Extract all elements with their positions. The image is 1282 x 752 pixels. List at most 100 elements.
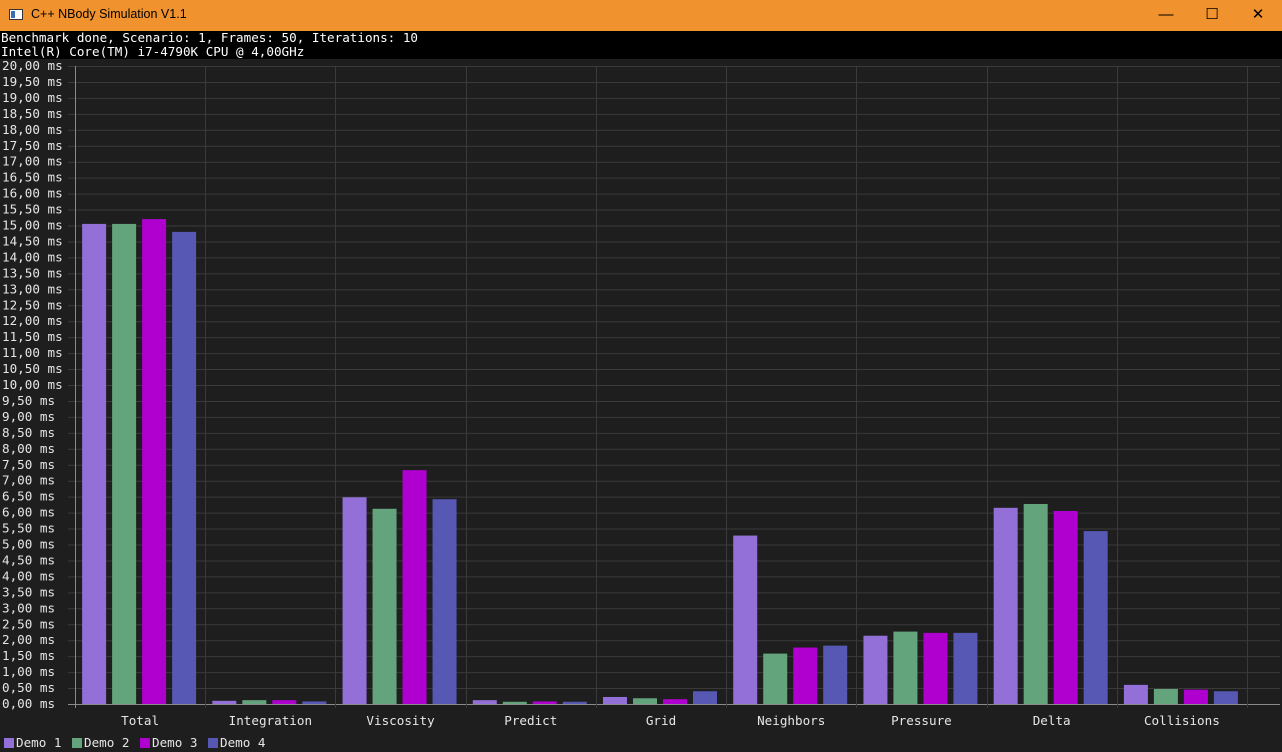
- bar-total-demo-3: [142, 219, 167, 704]
- y-tick-label: 4,00 ms: [2, 568, 55, 583]
- y-tick-label: 18,50 ms: [2, 106, 63, 121]
- y-tick-label: 12,00 ms: [2, 313, 63, 328]
- close-button[interactable]: ✕: [1235, 0, 1281, 31]
- y-tick-label: 16,50 ms: [2, 170, 63, 185]
- bar-total-demo-4: [172, 231, 197, 704]
- bar-viscosity-demo-3: [402, 470, 427, 704]
- y-tick-label: 1,50 ms: [2, 648, 55, 663]
- y-tick-label: 3,00 ms: [2, 600, 55, 615]
- bar-predict-demo-2: [502, 701, 527, 704]
- y-tick-label: 16,00 ms: [2, 186, 63, 201]
- bar-integration-demo-1: [212, 700, 237, 704]
- y-tick-label: 7,00 ms: [2, 473, 55, 488]
- y-tick-label: 9,00 ms: [2, 409, 55, 424]
- bar-integration-demo-2: [242, 700, 267, 704]
- y-tick-label: 14,50 ms: [2, 233, 63, 248]
- benchmark-status-text: Benchmark done, Scenario: 1, Frames: 50,…: [1, 30, 419, 45]
- y-tick-label: 10,00 ms: [2, 377, 63, 392]
- legend-swatch: [4, 738, 14, 748]
- x-tick-label: Delta: [1033, 713, 1071, 728]
- y-tick-label: 5,00 ms: [2, 537, 55, 552]
- y-tick-label: 18,00 ms: [2, 122, 63, 137]
- bar-delta-demo-3: [1053, 511, 1078, 704]
- y-tick-label: 20,00 ms: [2, 59, 63, 73]
- bar-neighbors-demo-3: [793, 647, 818, 704]
- x-tick-label: Viscosity: [366, 713, 435, 728]
- bars: [82, 219, 1238, 704]
- x-tick-label: Total: [121, 713, 159, 728]
- y-tick-label: 12,50 ms: [2, 297, 63, 312]
- x-axis-category-labels: Total Integration Viscosity Predict Grid Neig…: [121, 713, 1220, 728]
- maximize-button[interactable]: ☐: [1189, 0, 1235, 31]
- bar-grid-demo-2: [633, 698, 657, 704]
- y-tick-label: 17,50 ms: [2, 138, 63, 153]
- y-tick-label: 2,50 ms: [2, 616, 55, 631]
- benchmark-info-panel: Benchmark done, Scenario: 1, Frames: 50,…: [0, 31, 1282, 59]
- legend-label: Demo 3: [152, 735, 198, 750]
- y-tick-label: 2,00 ms: [2, 632, 55, 647]
- y-tick-label: 9,50 ms: [2, 393, 55, 408]
- bar-grid-demo-3: [663, 699, 687, 704]
- legend-label: Demo 4: [220, 735, 266, 750]
- bar-grid-demo-4: [693, 691, 717, 704]
- y-axis-tick-labels: 0,00 ms0,50 ms1,00 ms1,50 ms2,00 ms2,50 …: [2, 59, 63, 711]
- y-tick-label: 13,00 ms: [2, 281, 63, 296]
- y-tick-label: 4,50 ms: [2, 552, 55, 567]
- bar-predict-demo-3: [532, 701, 557, 704]
- legend-swatch: [140, 738, 150, 748]
- y-tick-label: 0,50 ms: [2, 680, 55, 695]
- bar-collisions-demo-1: [1123, 684, 1148, 704]
- x-tick-label: Integration: [229, 713, 312, 728]
- minimize-button[interactable]: —: [1143, 0, 1189, 31]
- legend-label: Demo 1: [16, 735, 62, 750]
- y-tick-label: 10,50 ms: [2, 361, 63, 376]
- legend-swatch: [72, 738, 82, 748]
- bar-pressure-demo-4: [953, 632, 978, 704]
- benchmark-bar-chart: 0,00 ms0,50 ms1,00 ms1,50 ms2,00 ms2,50 …: [2, 59, 1280, 750]
- y-tick-label: 6,50 ms: [2, 489, 55, 504]
- y-tick-label: 0,00 ms: [2, 696, 55, 711]
- y-tick-label: 17,00 ms: [2, 154, 63, 169]
- bar-integration-demo-4: [302, 701, 327, 704]
- bar-neighbors-demo-1: [733, 535, 758, 704]
- bar-delta-demo-1: [993, 507, 1018, 704]
- y-tick-label: 15,00 ms: [2, 218, 63, 233]
- y-tick-label: 3,50 ms: [2, 584, 55, 599]
- bar-predict-demo-1: [472, 700, 497, 704]
- y-tick-label: 19,00 ms: [2, 90, 63, 105]
- x-tick-label: Collisions: [1144, 713, 1220, 728]
- bar-viscosity-demo-4: [432, 499, 457, 704]
- bar-viscosity-demo-1: [342, 497, 367, 704]
- y-tick-label: 8,50 ms: [2, 425, 55, 440]
- legend-swatch: [208, 738, 218, 748]
- y-tick-label: 1,00 ms: [2, 664, 55, 679]
- legend-label: Demo 2: [84, 735, 130, 750]
- bar-viscosity-demo-2: [372, 508, 397, 704]
- bar-predict-demo-4: [562, 701, 587, 704]
- bar-delta-demo-4: [1083, 531, 1108, 704]
- y-tick-label: 13,50 ms: [2, 265, 63, 280]
- legend: Demo 1 Demo 2 Demo 3 Demo 4: [4, 735, 266, 750]
- window-title: C++ NBody Simulation V1.1: [31, 7, 187, 21]
- app-window-icon: [9, 9, 23, 20]
- x-tick-label: Neighbors: [757, 713, 825, 728]
- y-tick-label: 19,50 ms: [2, 74, 63, 89]
- y-tick-label: 8,00 ms: [2, 441, 55, 456]
- bar-pressure-demo-2: [893, 631, 918, 704]
- bar-grid-demo-1: [603, 696, 627, 704]
- y-tick-label: 5,50 ms: [2, 521, 55, 536]
- cpu-info-text: Intel(R) Core(TM) i7-4790K CPU @ 4,00GHz: [1, 44, 305, 59]
- x-tick-label: Pressure: [891, 713, 952, 728]
- window-titlebar: C++ NBody Simulation V1.1 — ☐ ✕: [0, 0, 1282, 31]
- bar-collisions-demo-3: [1183, 689, 1208, 704]
- bar-integration-demo-3: [272, 700, 297, 704]
- y-tick-label: 6,00 ms: [2, 505, 55, 520]
- y-tick-label: 15,50 ms: [2, 202, 63, 217]
- bar-neighbors-demo-2: [763, 653, 788, 704]
- bar-collisions-demo-4: [1213, 691, 1238, 704]
- bar-pressure-demo-1: [863, 635, 888, 704]
- bar-pressure-demo-3: [923, 632, 948, 704]
- bar-neighbors-demo-4: [823, 645, 848, 704]
- bar-total-demo-1: [82, 223, 107, 704]
- bar-total-demo-2: [112, 223, 137, 704]
